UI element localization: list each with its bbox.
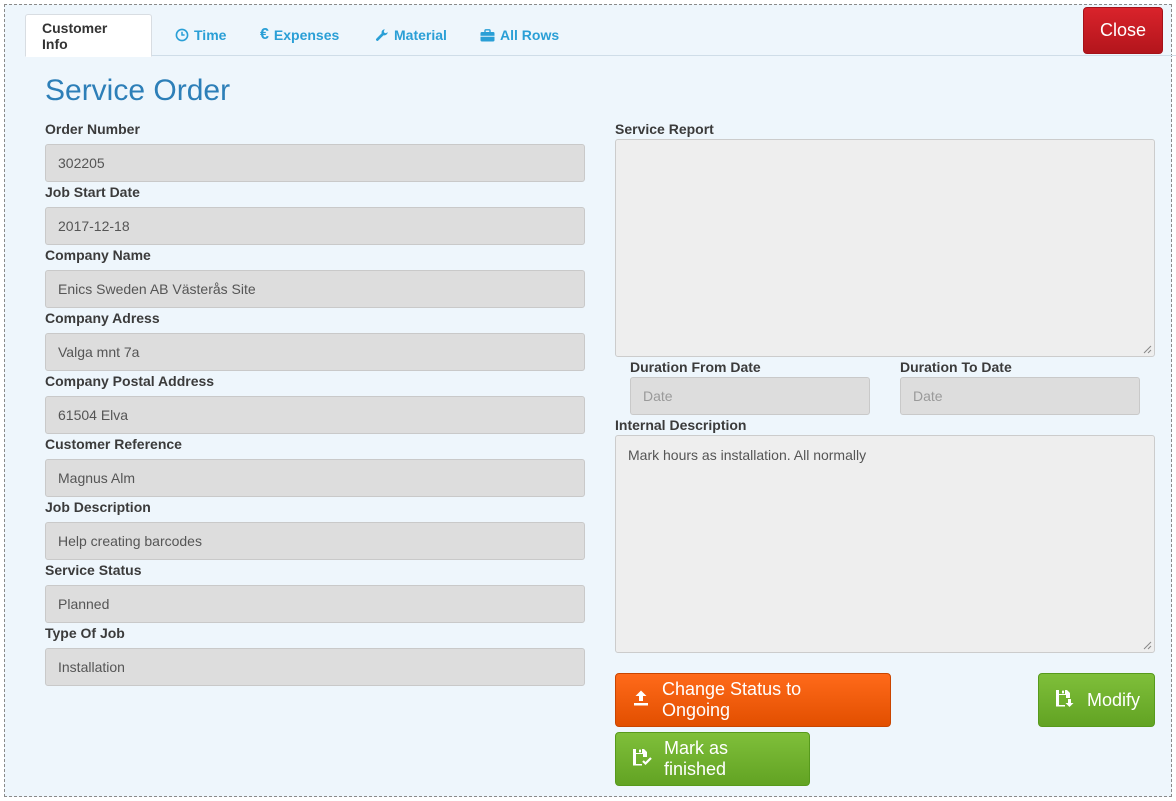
save-edit-icon bbox=[1055, 689, 1075, 712]
mark-finished-label: Mark as finished bbox=[664, 738, 729, 779]
company-name-field[interactable]: Enics Sweden AB Västerås Site bbox=[45, 270, 585, 308]
duration-from-label: Duration From Date bbox=[630, 359, 761, 375]
customer-reference-label: Customer Reference bbox=[45, 436, 182, 452]
tab-label: Customer Info bbox=[42, 19, 108, 52]
modify-button[interactable]: Modify bbox=[1038, 673, 1155, 727]
company-address-field[interactable]: Valga mnt 7a bbox=[45, 333, 585, 371]
tab-all-rows[interactable]: All Rows bbox=[464, 14, 575, 56]
type-of-job-field[interactable]: Installation bbox=[45, 648, 585, 686]
service-report-textarea[interactable] bbox=[615, 139, 1155, 357]
duration-to-label: Duration To Date bbox=[900, 359, 1012, 375]
save-check-icon bbox=[632, 748, 652, 771]
upload-icon bbox=[632, 689, 650, 712]
service-report-label: Service Report bbox=[615, 121, 714, 137]
clock-icon bbox=[175, 28, 189, 42]
service-status-label: Service Status bbox=[45, 562, 142, 578]
tab-material[interactable]: Material bbox=[359, 14, 463, 56]
wrench-icon bbox=[375, 28, 389, 42]
internal-description-value: Mark hours as installation. All normally bbox=[628, 447, 867, 463]
tab-bar: Customer Info Time € Expenses Material A… bbox=[25, 9, 1176, 57]
tab-time[interactable]: Time bbox=[159, 14, 242, 56]
company-postal-label: Company Postal Address bbox=[45, 373, 215, 389]
modify-label: Modify bbox=[1087, 689, 1141, 710]
company-postal-field[interactable]: 61504 Elva bbox=[45, 396, 585, 434]
tab-label: Material bbox=[394, 27, 447, 43]
job-description-field[interactable]: Help creating barcodes bbox=[45, 522, 585, 560]
briefcase-icon bbox=[480, 28, 495, 42]
duration-to-input[interactable]: Date bbox=[900, 377, 1140, 415]
service-status-field[interactable]: Planned bbox=[45, 585, 585, 623]
change-status-button[interactable]: Change Status to Ongoing bbox=[615, 673, 891, 727]
customer-reference-field[interactable]: Magnus Alm bbox=[45, 459, 585, 497]
type-of-job-label: Type Of Job bbox=[45, 625, 125, 641]
tab-expenses[interactable]: € Expenses bbox=[244, 14, 355, 56]
internal-description-textarea[interactable]: Mark hours as installation. All normally bbox=[615, 435, 1155, 653]
job-description-label: Job Description bbox=[45, 499, 151, 515]
tab-label: Time bbox=[194, 27, 227, 43]
euro-icon: € bbox=[260, 26, 269, 43]
tab-customer-info[interactable]: Customer Info bbox=[25, 14, 152, 57]
company-address-label: Company Adress bbox=[45, 310, 160, 326]
page-title: Service Order bbox=[45, 74, 231, 107]
order-number-field[interactable]: 302205 bbox=[45, 144, 585, 182]
tab-label: All Rows bbox=[500, 27, 560, 43]
tab-label: Expenses bbox=[273, 27, 340, 43]
internal-description-label: Internal Description bbox=[615, 417, 747, 433]
job-start-date-field[interactable]: 2017-12-18 bbox=[45, 207, 585, 245]
company-name-label: Company Name bbox=[45, 247, 151, 263]
mark-finished-button[interactable]: Mark as finished bbox=[615, 732, 810, 786]
resize-grip-icon[interactable] bbox=[1143, 641, 1152, 650]
duration-from-input[interactable]: Date bbox=[630, 377, 870, 415]
order-number-label: Order Number bbox=[45, 121, 140, 137]
change-status-label: Change Status to Ongoing bbox=[662, 679, 802, 720]
job-start-date-label: Job Start Date bbox=[45, 184, 140, 200]
close-button[interactable]: Close bbox=[1083, 7, 1163, 54]
resize-grip-icon[interactable] bbox=[1143, 345, 1152, 354]
